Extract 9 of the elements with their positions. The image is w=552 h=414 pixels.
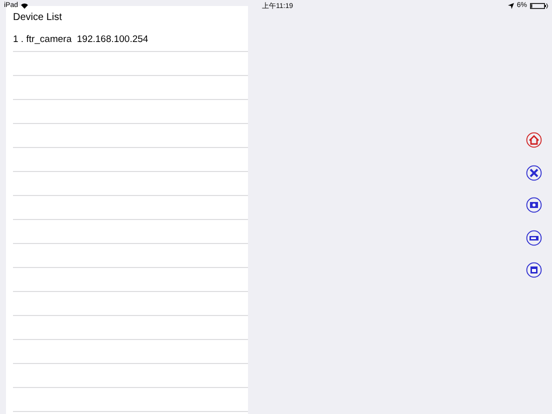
wifi-icon bbox=[21, 2, 28, 8]
home-icon[interactable] bbox=[526, 132, 542, 148]
list-title: Device List bbox=[13, 12, 62, 22]
album-icon[interactable] bbox=[526, 262, 542, 278]
device-row[interactable]: 1 . ftr_camera 192.168.100.254 bbox=[13, 28, 248, 52]
camera-icon[interactable] bbox=[526, 197, 542, 213]
battery-icon bbox=[530, 2, 548, 8]
location-icon bbox=[508, 2, 514, 8]
video-icon[interactable] bbox=[526, 230, 542, 246]
